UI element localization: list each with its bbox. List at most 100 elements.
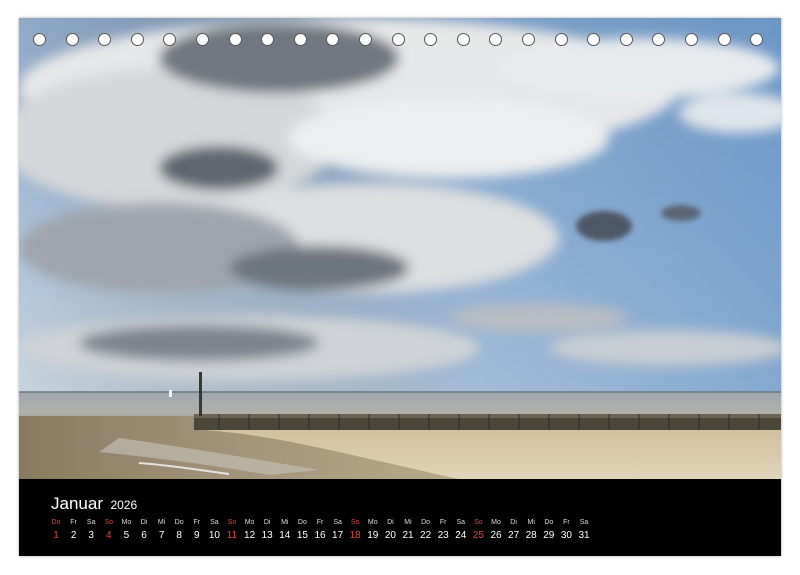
calendar-day: Do 8 [170,518,188,543]
weekday-label: Fr [316,519,324,526]
calendar-day: Mi 14 [276,518,294,543]
calendar-day: So 4 [100,518,118,543]
calendar-day: Di 20 [381,518,399,543]
calendar-day: So 11 [223,518,241,543]
weekday-label: Sa [579,519,589,526]
day-number: 3 [88,530,94,541]
day-number: 11 [226,530,238,541]
binding-hole [261,33,275,46]
calendar-day: Mo 5 [117,518,135,543]
calendar-day: Fr 9 [188,518,206,543]
binding-hole [619,33,633,46]
weekday-label: Do [174,519,184,526]
weekday-label: Mo [491,519,501,526]
day-number: 4 [106,530,112,541]
binding-hole [196,33,209,46]
weekday-label: Fr [563,519,570,526]
weekday-label: Sa [210,519,219,526]
weekday-label: Mi [527,519,535,526]
calendar-day: Fr 23 [434,518,452,543]
binding-hole [391,33,405,46]
day-number: 22 [420,530,432,541]
weekday-label: Mo [244,519,255,526]
month-heading: Januar 2026 [51,494,137,514]
binding-hole [587,33,601,46]
day-number: 2 [70,530,77,541]
calendar-day: Di 13 [258,518,276,543]
weekday-label: Do [544,519,554,526]
weekday-label: Do [297,519,307,526]
calendar-day: Do 1 [47,518,65,543]
calendar-day: Mi 21 [399,518,417,543]
weekday-label: Fr [70,519,77,526]
day-number: 1 [53,530,59,541]
calendar-day: Do 29 [540,518,558,543]
weekday-label: Mi [404,519,412,526]
day-number: 19 [367,530,379,541]
weekday-label: So [227,519,237,526]
day-number: 23 [437,530,449,541]
calendar-day: Sa 10 [205,518,223,543]
weekday-label: Do [421,519,431,526]
binding-hole [717,33,731,46]
weekday-label: So [474,519,483,526]
calendar-day: Mi 28 [522,518,540,543]
weekday-label: So [104,519,114,526]
binding-hole [652,33,666,46]
calendar-day: Fr 30 [557,518,575,543]
binding-hole [293,33,307,46]
calendar-day: Fr 16 [311,518,329,543]
weekday-label: Di [387,519,394,526]
day-number: 24 [455,530,467,541]
day-number: 29 [543,530,555,541]
binding-hole [424,33,438,46]
binding-hole [130,33,144,46]
day-number: 26 [490,530,502,541]
binding-hole [326,33,340,46]
binding-hole [456,33,470,46]
binding-hole [33,33,46,46]
calendar-day: Sa 24 [452,518,470,543]
day-number: 27 [508,530,520,541]
calendar-day: Fr 2 [65,518,83,543]
weekday-label: Mo [121,519,132,526]
year: 2026 [110,498,138,512]
binding-hole [65,33,79,46]
binding-hole [522,33,535,46]
binding-hole [489,33,503,46]
binding-holes [19,33,781,51]
day-number: 7 [158,530,165,541]
calendar-day: So 25 [469,518,487,543]
day-number: 31 [578,530,590,541]
day-number: 18 [349,530,361,541]
calendar-day: Di 27 [505,518,523,543]
weekday-label: Di [510,519,517,526]
binding-hole [554,33,568,46]
weekday-label: Do [51,519,61,526]
day-number: 17 [332,530,344,541]
weekday-label: Sa [333,519,342,526]
weekday-label: Fr [439,519,447,526]
month-name: Januar [51,494,103,513]
calendar-day: Mo 26 [487,518,505,543]
calendar-day: Sa 17 [329,518,347,543]
weekday-label: So [350,519,360,526]
weekday-label: Di [263,519,271,526]
day-number: 8 [176,530,182,541]
binding-hole [228,33,242,46]
calendar-day: Sa 3 [82,518,100,543]
binding-hole [685,33,698,46]
calendar-day: Mo 12 [241,518,259,543]
weekday-label: Mi [281,519,289,526]
calendar-day: Do 22 [417,518,435,543]
day-number: 21 [402,530,414,541]
weekday-label: Mo [367,519,378,526]
day-number: 20 [384,530,396,541]
calendar-day: Mi 7 [153,518,171,543]
day-number: 12 [244,530,256,541]
calendar-day: Do 15 [293,518,311,543]
day-number: 6 [141,530,147,541]
weekday-label: Fr [193,519,201,526]
weekday-label: Sa [86,519,96,526]
binding-hole [163,33,177,46]
